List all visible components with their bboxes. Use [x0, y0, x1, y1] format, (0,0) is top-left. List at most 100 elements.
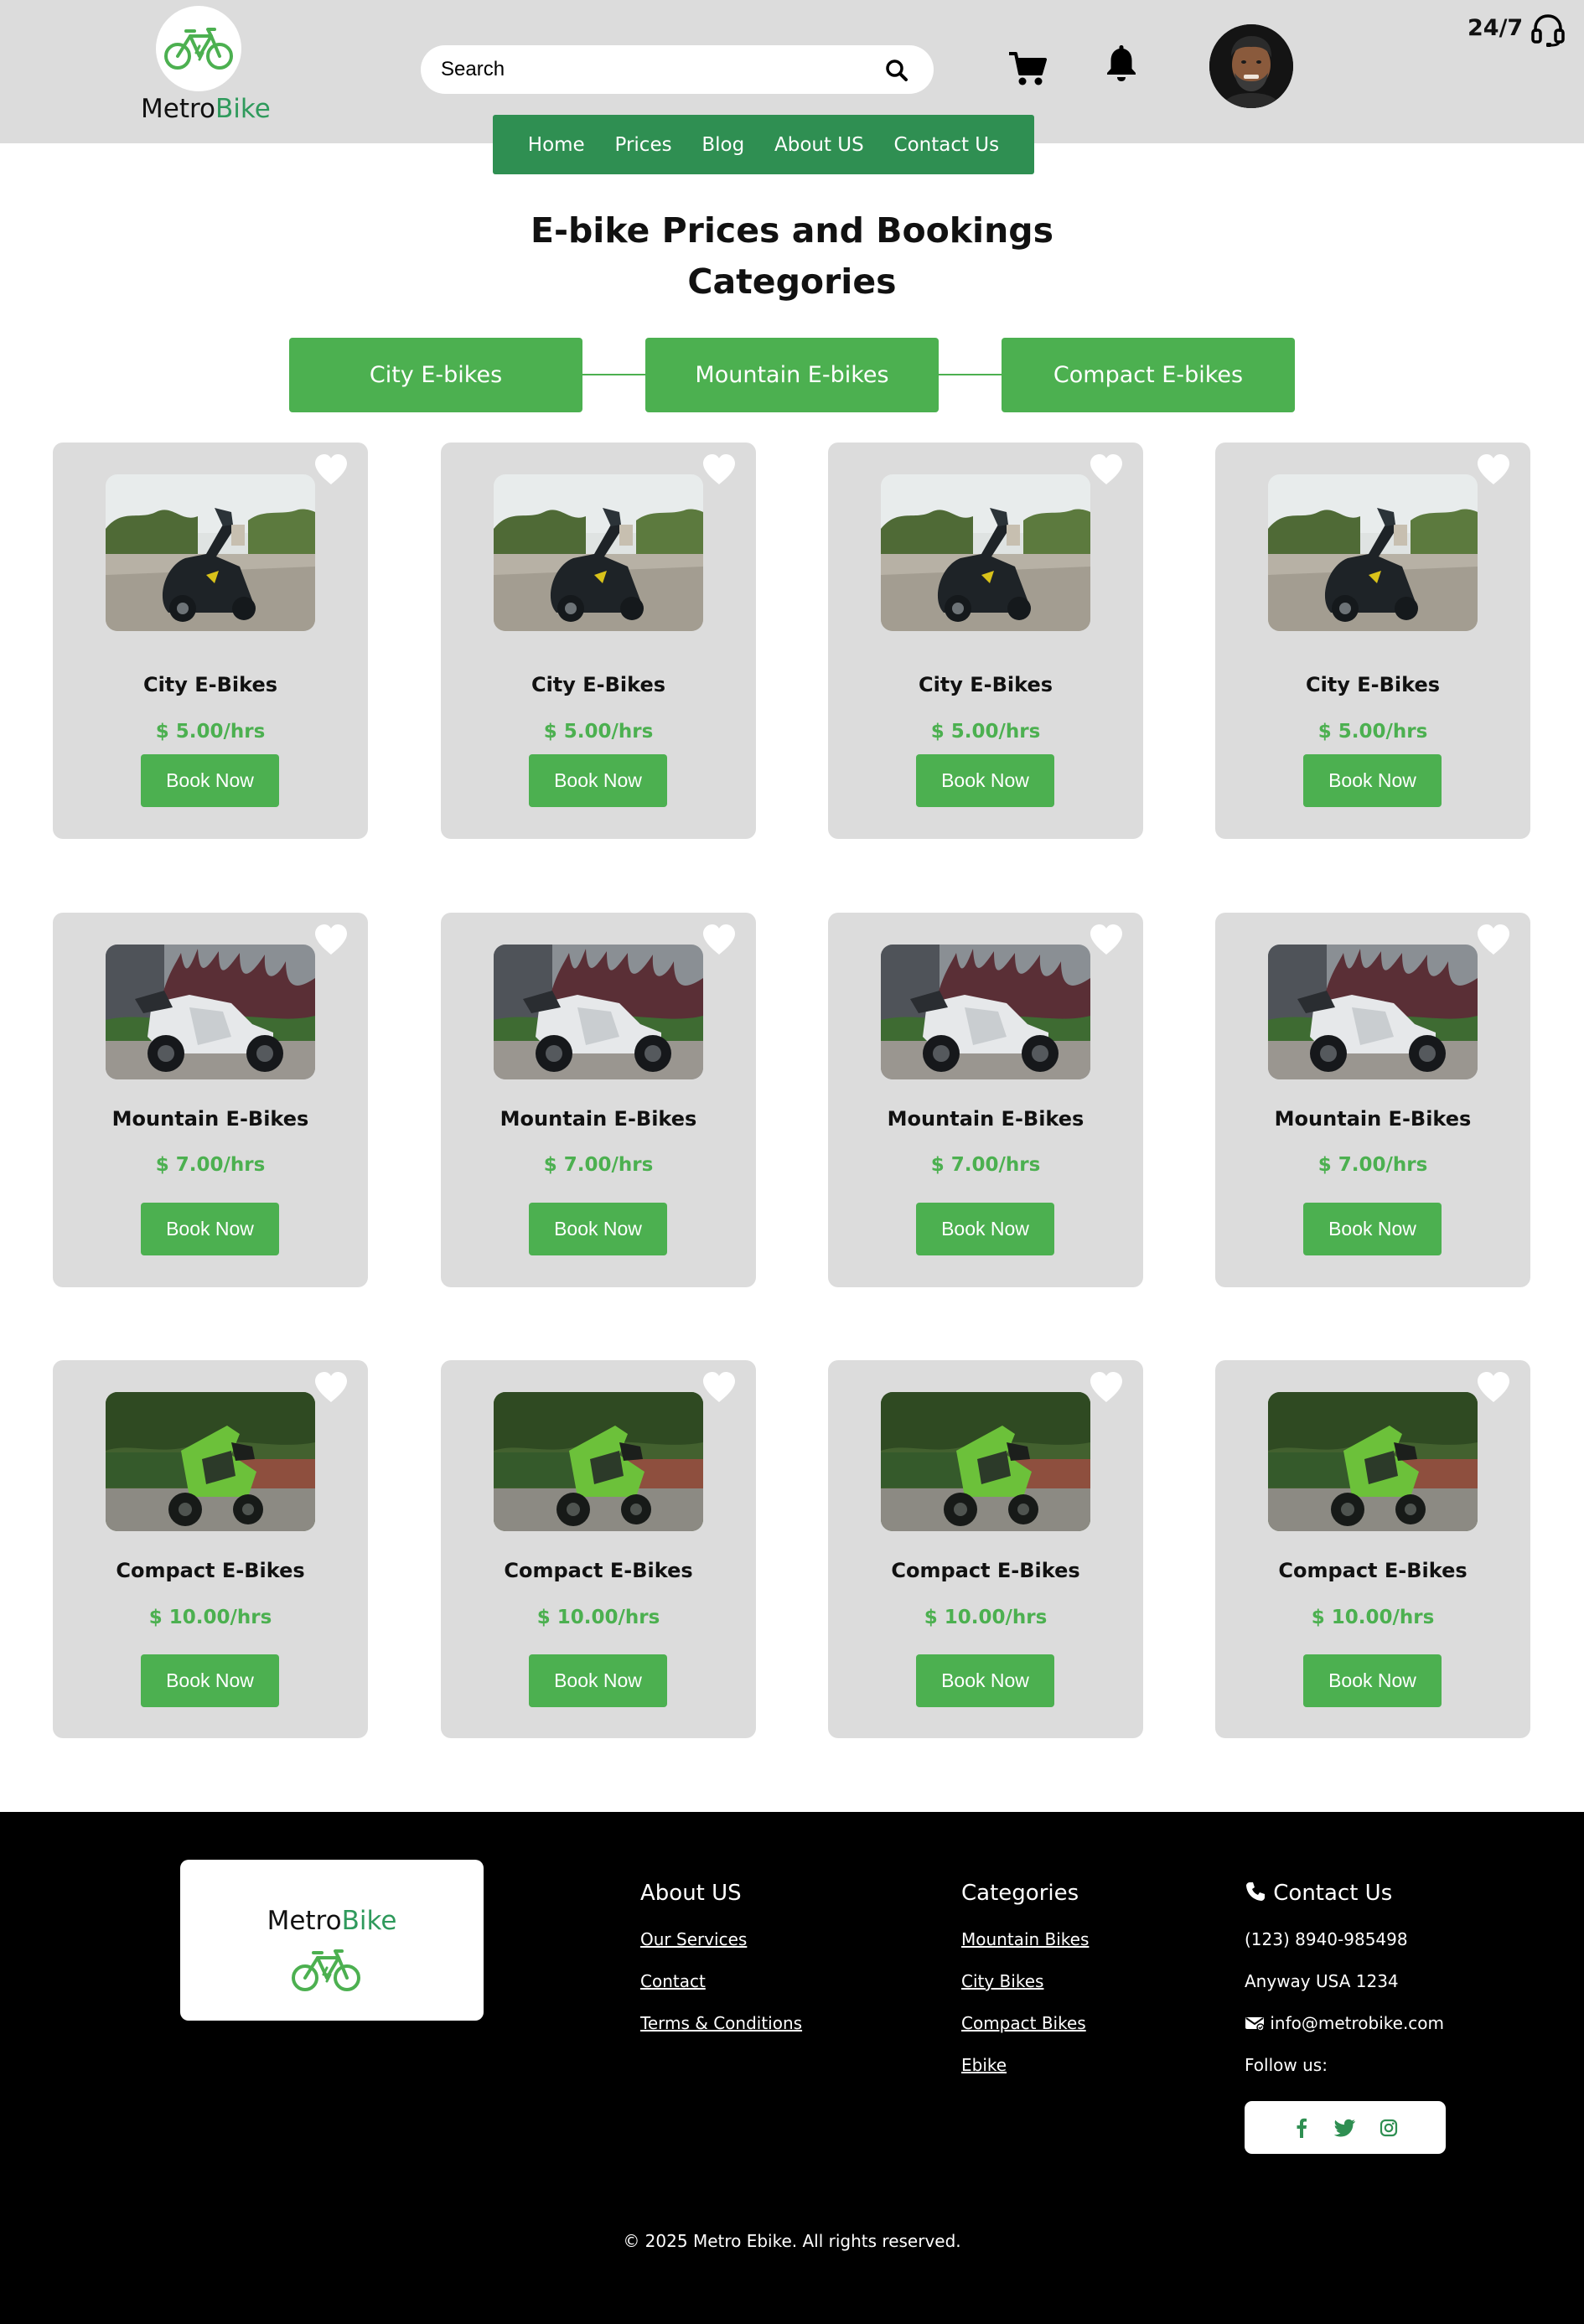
book-now-button[interactable]: Book Now [529, 1654, 667, 1707]
search-icon[interactable] [885, 59, 908, 82]
tab-city[interactable]: City E-bikes [289, 338, 582, 412]
footer-link-compact-bikes[interactable]: Compact Bikes [961, 2011, 1089, 2053]
product-name: Mountain E-Bikes [500, 1107, 697, 1131]
social-links [1245, 2101, 1446, 2154]
product-price: $ 10.00/hrs [148, 1607, 272, 1628]
facebook-icon[interactable] [1291, 2117, 1312, 2139]
heart-icon[interactable] [313, 453, 349, 486]
product-price: $ 5.00/hrs [543, 721, 654, 743]
footer-phone: (123) 8940-985498 [1245, 1929, 1408, 1949]
book-now-button[interactable]: Book Now [916, 754, 1054, 807]
product-card-mountain: Mountain E-Bikes $ 7.00/hrs Book Now [1215, 913, 1530, 1287]
heart-icon[interactable] [1475, 923, 1512, 956]
main-nav: Home Prices Blog About US Contact Us [493, 115, 1034, 174]
twitter-icon[interactable] [1334, 2117, 1356, 2139]
product-name: Mountain E-Bikes [1274, 1107, 1472, 1131]
product-name: Mountain E-Bikes [111, 1107, 309, 1131]
footer-link-ebike[interactable]: Ebike [961, 2053, 1089, 2095]
product-name: City E-Bikes [531, 673, 666, 696]
product-price: $ 7.00/hrs [1317, 1154, 1428, 1176]
book-now-button[interactable]: Book Now [529, 1203, 667, 1255]
bell-icon[interactable] [1105, 44, 1138, 82]
heart-icon[interactable] [313, 923, 349, 956]
product-name: Compact E-Bikes [504, 1559, 693, 1582]
heart-icon[interactable] [1475, 453, 1512, 486]
compact-ebike-image [106, 1392, 315, 1531]
user-avatar[interactable] [1209, 24, 1293, 108]
product-price: $ 10.00/hrs [1311, 1607, 1435, 1628]
compact-ebike-image [494, 1392, 703, 1531]
product-card-city: City E-Bikes $ 5.00/hrs Book Now [1215, 443, 1530, 839]
heart-icon[interactable] [1088, 1370, 1125, 1404]
nav-home[interactable]: Home [528, 134, 585, 156]
product-card-city: City E-Bikes $ 5.00/hrs Book Now [828, 443, 1143, 839]
book-now-button[interactable]: Book Now [1303, 1654, 1442, 1707]
heart-icon[interactable] [1088, 453, 1125, 486]
cart-icon[interactable] [1007, 50, 1048, 87]
brand-logo-text[interactable]: MetroBike [141, 94, 271, 124]
nav-prices[interactable]: Prices [614, 134, 671, 156]
page-title-line1: E-bike Prices and Bookings [530, 210, 1054, 251]
phone-icon [1246, 1882, 1265, 1901]
compact-ebike-image [881, 1392, 1090, 1531]
footer-link-contact[interactable]: Contact [640, 1969, 802, 2011]
product-card-compact: Compact E-Bikes $ 10.00/hrs Book Now [441, 1360, 756, 1738]
heart-icon[interactable] [701, 453, 738, 486]
book-now-button[interactable]: Book Now [916, 1203, 1054, 1255]
headset-icon[interactable] [1530, 12, 1566, 47]
tab-mountain[interactable]: Mountain E-bikes [645, 338, 939, 412]
bicycle-icon [292, 1949, 360, 1991]
product-card-city: City E-Bikes $ 5.00/hrs Book Now [441, 443, 756, 839]
product-price: $ 5.00/hrs [155, 721, 266, 743]
footer-brand-text: MetroBike [180, 1906, 484, 1936]
book-now-button[interactable]: Book Now [1303, 1203, 1442, 1255]
mountain-ebike-image [106, 945, 315, 1079]
product-name: City E-Bikes [142, 673, 278, 696]
instagram-icon[interactable] [1378, 2117, 1400, 2139]
footer-brand-prefix: Metro [267, 1906, 342, 1936]
product-price: $ 7.00/hrs [155, 1154, 266, 1176]
heart-icon[interactable] [1475, 1370, 1512, 1404]
nav-blog[interactable]: Blog [701, 134, 744, 156]
product-price: $ 5.00/hrs [1317, 721, 1428, 743]
product-card-mountain: Mountain E-Bikes $ 7.00/hrs Book Now [828, 913, 1143, 1287]
product-price: $ 7.00/hrs [543, 1154, 654, 1176]
product-card-compact: Compact E-Bikes $ 10.00/hrs Book Now [828, 1360, 1143, 1738]
avatar-portrait [1209, 24, 1293, 108]
nav-contact[interactable]: Contact Us [894, 134, 1000, 156]
book-now-button[interactable]: Book Now [529, 754, 667, 807]
footer-link-mountain-bikes[interactable]: Mountain Bikes [961, 1928, 1089, 1969]
footer-about-title: About US [640, 1881, 742, 1906]
support-hours: 24/7 [1468, 15, 1524, 41]
footer-categories-title: Categories [961, 1881, 1079, 1906]
heart-icon[interactable] [1088, 923, 1125, 956]
mountain-ebike-image [881, 945, 1090, 1079]
footer-follow-label: Follow us: [1245, 2055, 1328, 2075]
footer-contact-heading: Contact Us [1245, 1881, 1444, 1909]
book-now-button[interactable]: Book Now [141, 1654, 279, 1707]
product-name: City E-Bikes [1305, 673, 1441, 696]
product-card-compact: Compact E-Bikes $ 10.00/hrs Book Now [53, 1360, 368, 1738]
book-now-button[interactable]: Book Now [1303, 754, 1442, 807]
product-price: $ 10.00/hrs [536, 1607, 660, 1628]
footer-logo[interactable]: MetroBike [180, 1860, 484, 2021]
book-now-button[interactable]: Book Now [141, 754, 279, 807]
heart-icon[interactable] [701, 923, 738, 956]
footer-contact-title: Contact Us [1273, 1881, 1393, 1906]
product-price: $ 10.00/hrs [924, 1607, 1048, 1628]
book-now-button[interactable]: Book Now [916, 1654, 1054, 1707]
city-ebike-image [1268, 474, 1478, 631]
footer-link-our-services[interactable]: Our Services [640, 1928, 802, 1969]
search-input[interactable] [441, 45, 877, 94]
book-now-button[interactable]: Book Now [141, 1203, 279, 1255]
footer-email[interactable]: info@metrobike.com [1270, 2013, 1444, 2033]
logo-badge[interactable] [156, 6, 241, 91]
heart-icon[interactable] [313, 1370, 349, 1404]
nav-about[interactable]: About US [774, 134, 864, 156]
heart-icon[interactable] [701, 1370, 738, 1404]
tab-compact[interactable]: Compact E-bikes [1002, 338, 1295, 412]
brand-accent: Bike [215, 94, 271, 124]
mountain-ebike-image [1268, 945, 1478, 1079]
footer-link-terms[interactable]: Terms & Conditions [640, 2011, 802, 2053]
footer-link-city-bikes[interactable]: City Bikes [961, 1969, 1089, 2011]
